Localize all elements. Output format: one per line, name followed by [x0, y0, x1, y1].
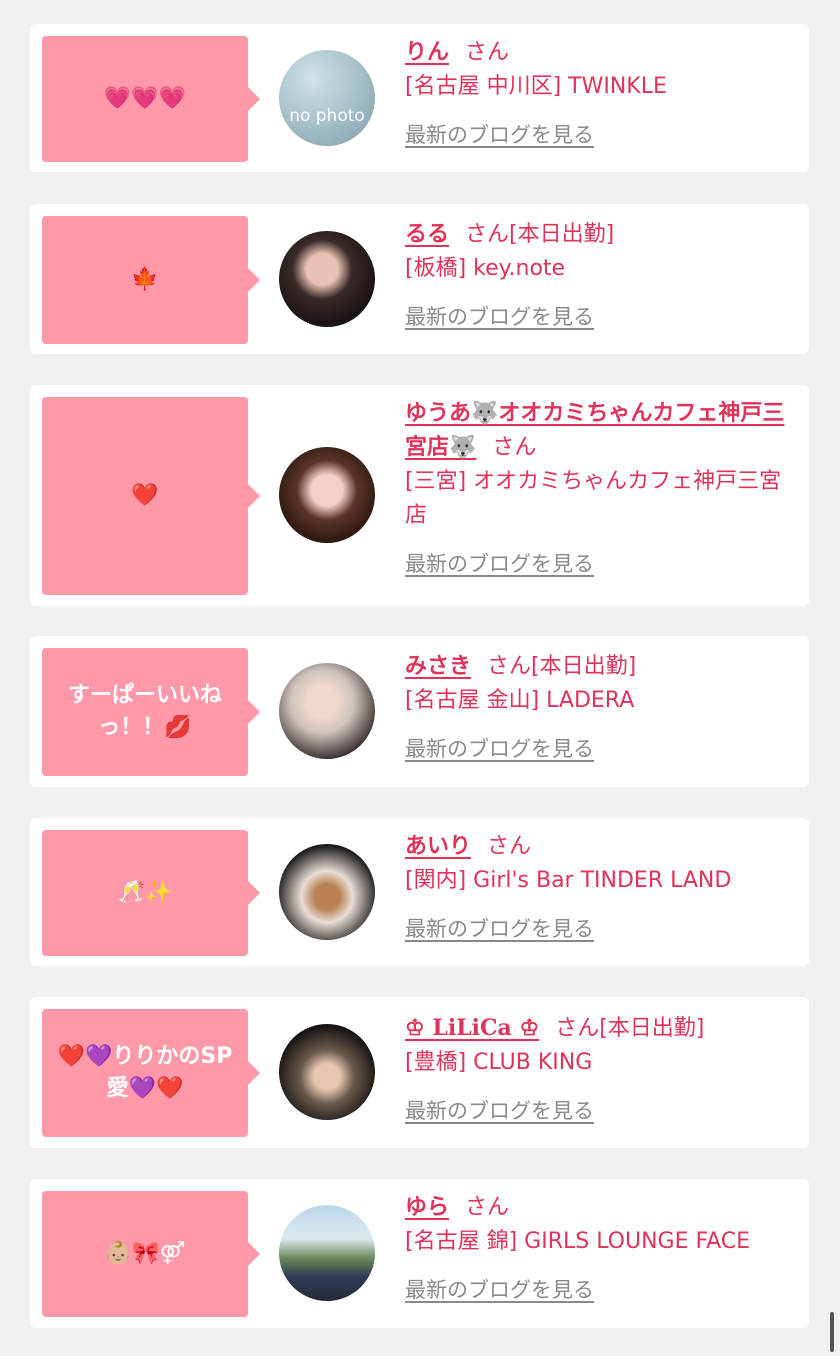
card-misaki: すーぱーいいねっ！！💋 みさき さん[本日出勤] [名古屋 金山] LADERA …: [30, 636, 809, 787]
latest-blog-link[interactable]: 最新のブログを見る: [405, 912, 594, 946]
card-rin: 💗💗💗 no photo りん さん [名古屋 中川区] TWINKLE 最新のブ…: [30, 24, 809, 172]
message-text: 🍁: [131, 267, 159, 292]
no-photo-label: no photo: [289, 106, 365, 126]
message-bubble: すーぱーいいねっ！！💋: [42, 648, 260, 776]
cast-name-link[interactable]: みさき: [405, 654, 471, 679]
honorific: さん: [492, 435, 537, 460]
cast-name-link[interactable]: ゆら: [405, 1195, 449, 1220]
message-text: ❤️: [131, 483, 159, 508]
message-text: 💗💗💗: [103, 86, 187, 111]
shop-label: [三宮] オオカミちゃんカフェ神戸三宮店: [405, 469, 782, 528]
avatar[interactable]: [279, 663, 375, 759]
message-bubble: 🍁: [42, 216, 260, 344]
latest-blog-link[interactable]: 最新のブログを見る: [405, 300, 594, 334]
cast-name-link[interactable]: ゆうあ🐺オオカミちゃんカフェ神戸三宮店🐺: [405, 401, 784, 460]
message-bubble: ❤️💜りりかのSP愛💜❤️: [42, 1009, 260, 1137]
honorific: さん: [487, 834, 532, 859]
cast-name-link[interactable]: るる: [405, 222, 449, 247]
shop-label: [名古屋 中川区] TWINKLE: [405, 74, 667, 99]
cast-name-link[interactable]: りん: [405, 40, 449, 65]
avatar[interactable]: [279, 1024, 375, 1120]
message-bubble: 🥂✨: [42, 830, 260, 956]
message-bubble: 👶🏼🎀⚤: [42, 1191, 260, 1317]
attendance-status: [本日出勤]: [531, 654, 637, 679]
attendance-status: [本日出勤]: [509, 222, 615, 247]
honorific: さん: [487, 654, 532, 679]
shop-label: [豊橋] CLUB KING: [405, 1050, 593, 1075]
shop-label: [関内] Girl's Bar TINDER LAND: [405, 868, 732, 893]
shop-label: [名古屋 錦] GIRLS LOUNGE FACE: [405, 1229, 751, 1254]
message-bubble: ❤️: [42, 397, 260, 595]
card-ruru: 🍁 るる さん[本日出勤] [板橋] key.note 最新のブログを見る: [30, 204, 809, 354]
attendance-status: [本日出勤]: [599, 1016, 705, 1041]
avatar[interactable]: [279, 844, 375, 940]
message-text: 🥂✨: [117, 880, 173, 905]
message-text: 👶🏼🎀⚤: [104, 1241, 186, 1266]
honorific: さん: [555, 1016, 600, 1041]
message-text: すーぱーいいねっ！！💋: [67, 683, 222, 740]
honorific: さん: [465, 1195, 510, 1220]
shop-label: [板橋] key.note: [405, 256, 566, 281]
card-airi: 🥂✨ あいり さん [関内] Girl's Bar TINDER LAND 最新の…: [30, 818, 809, 966]
avatar[interactable]: [279, 231, 375, 327]
avatar[interactable]: [279, 1205, 375, 1301]
shop-label: [名古屋 金山] LADERA: [405, 688, 635, 713]
latest-blog-link[interactable]: 最新のブログを見る: [405, 1273, 594, 1307]
message-text: ❤️💜りりかのSP愛💜❤️: [57, 1044, 233, 1101]
card-lilica: ❤️💜りりかのSP愛💜❤️ ♔ LiLiCa ♔ さん[本日出勤] [豊橋] CL…: [30, 997, 809, 1148]
card-yua: ❤️ ゆうあ🐺オオカミちゃんカフェ神戸三宮店🐺 さん [三宮] オオカミちゃんカフ…: [30, 385, 809, 606]
honorific: さん: [465, 40, 510, 65]
card-yura: 👶🏼🎀⚤ ゆら さん [名古屋 錦] GIRLS LOUNGE FACE 最新のブ…: [30, 1179, 809, 1328]
cast-name-link[interactable]: あいり: [405, 834, 471, 859]
latest-blog-link[interactable]: 最新のブログを見る: [405, 732, 594, 766]
honorific: さん: [465, 222, 510, 247]
avatar[interactable]: [279, 447, 375, 543]
latest-blog-link[interactable]: 最新のブログを見る: [405, 118, 594, 152]
cast-name-link[interactable]: ♔ LiLiCa ♔: [405, 1015, 539, 1041]
scrollbar[interactable]: [830, 1312, 834, 1352]
latest-blog-link[interactable]: 最新のブログを見る: [405, 547, 594, 581]
avatar[interactable]: no photo: [279, 50, 375, 146]
latest-blog-link[interactable]: 最新のブログを見る: [405, 1094, 594, 1128]
message-bubble: 💗💗💗: [42, 36, 260, 162]
